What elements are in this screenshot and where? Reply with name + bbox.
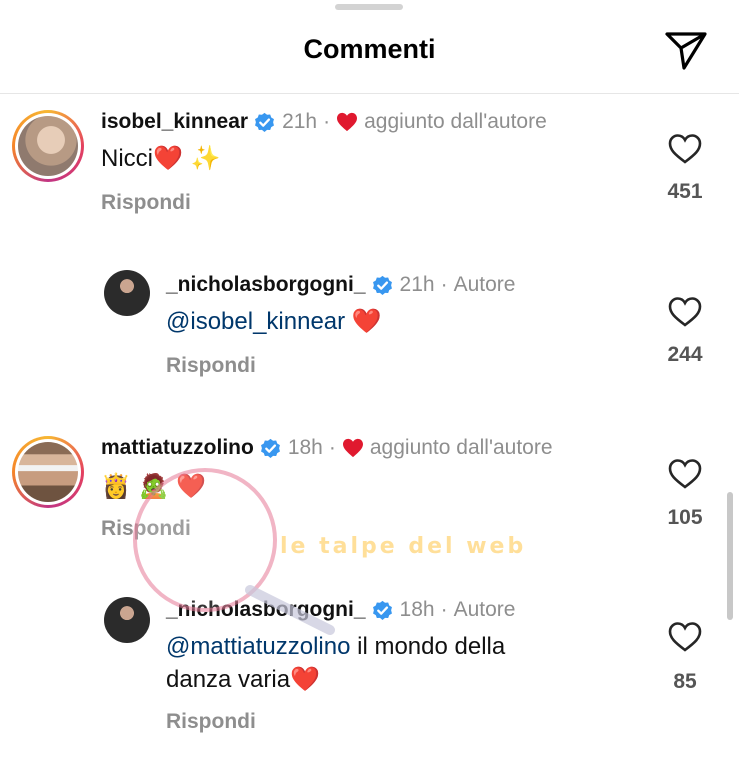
comment-username[interactable]: _nicholasborgogni_ — [166, 273, 366, 297]
reply-button[interactable]: Rispondi — [166, 354, 256, 378]
emoji: 👸 🧟 ❤️ — [101, 472, 206, 500]
comment-time: 21h — [399, 273, 435, 296]
separator-dot: · — [440, 273, 448, 296]
comment-username[interactable]: _nicholasborgogni_ — [166, 598, 366, 622]
avatar[interactable] — [104, 597, 150, 643]
mention-link[interactable]: @mattiatuzzolino — [166, 633, 350, 660]
emoji: ❤️ ✨ — [153, 144, 221, 172]
verified-badge-icon — [255, 112, 275, 132]
scrollbar[interactable] — [727, 492, 733, 620]
comment-time: 18h — [287, 436, 323, 459]
reply-button[interactable]: Rispondi — [101, 191, 191, 215]
liked-by-author-label: aggiunto dall'autore — [364, 110, 547, 133]
emoji: ❤️ — [290, 665, 320, 693]
comment-text: Nicci❤️ ✨ — [101, 144, 221, 172]
liked-by-author-label: aggiunto dall'autore — [369, 436, 553, 459]
reply-button[interactable]: Rispondi — [166, 710, 256, 734]
heart-outline-icon[interactable] — [668, 133, 702, 165]
page-title: Commenti — [303, 34, 436, 64]
mention-link[interactable]: @isobel_kinnear — [166, 308, 345, 335]
author-label: Autore — [453, 273, 516, 296]
comment-username[interactable]: mattiatuzzolino — [101, 436, 254, 460]
verified-badge-icon — [260, 438, 280, 458]
comment-time: 21h — [282, 110, 318, 133]
avatar[interactable] — [104, 270, 150, 316]
heart-outline-icon[interactable] — [668, 296, 702, 328]
heart-outline-icon[interactable] — [668, 458, 702, 490]
comment-text: 👸 🧟 ❤️ — [101, 470, 206, 503]
separator-dot: · — [440, 598, 448, 621]
avatar[interactable] — [12, 110, 84, 182]
like-count: 105 — [667, 506, 703, 529]
watermark-text: le talpe del web — [280, 534, 527, 559]
like-count: 244 — [667, 343, 703, 366]
like-count: 451 — [667, 180, 703, 203]
emoji: ❤️ — [351, 307, 382, 335]
like-count: 85 — [673, 670, 697, 693]
heart-outline-icon[interactable] — [668, 621, 702, 653]
comment-username[interactable]: isobel_kinnear — [101, 110, 248, 134]
separator-dot: · — [328, 436, 336, 459]
comment-text: @mattiatuzzolino il mondo della danza va… — [166, 633, 506, 693]
author-label: Autore — [453, 598, 516, 621]
comment-text: @isobel_kinnear ❤️ — [166, 305, 382, 338]
verified-badge-icon — [372, 275, 392, 295]
author-liked-heart-icon — [337, 112, 358, 132]
separator-dot: · — [323, 110, 331, 133]
avatar[interactable] — [12, 436, 84, 508]
reply-button[interactable]: Rispondi — [101, 517, 191, 541]
send-icon[interactable] — [664, 30, 708, 72]
author-liked-heart-icon — [342, 438, 363, 458]
comment-time: 18h — [399, 598, 435, 621]
comments-header: Commenti — [0, 0, 739, 94]
verified-badge-icon — [372, 600, 392, 620]
